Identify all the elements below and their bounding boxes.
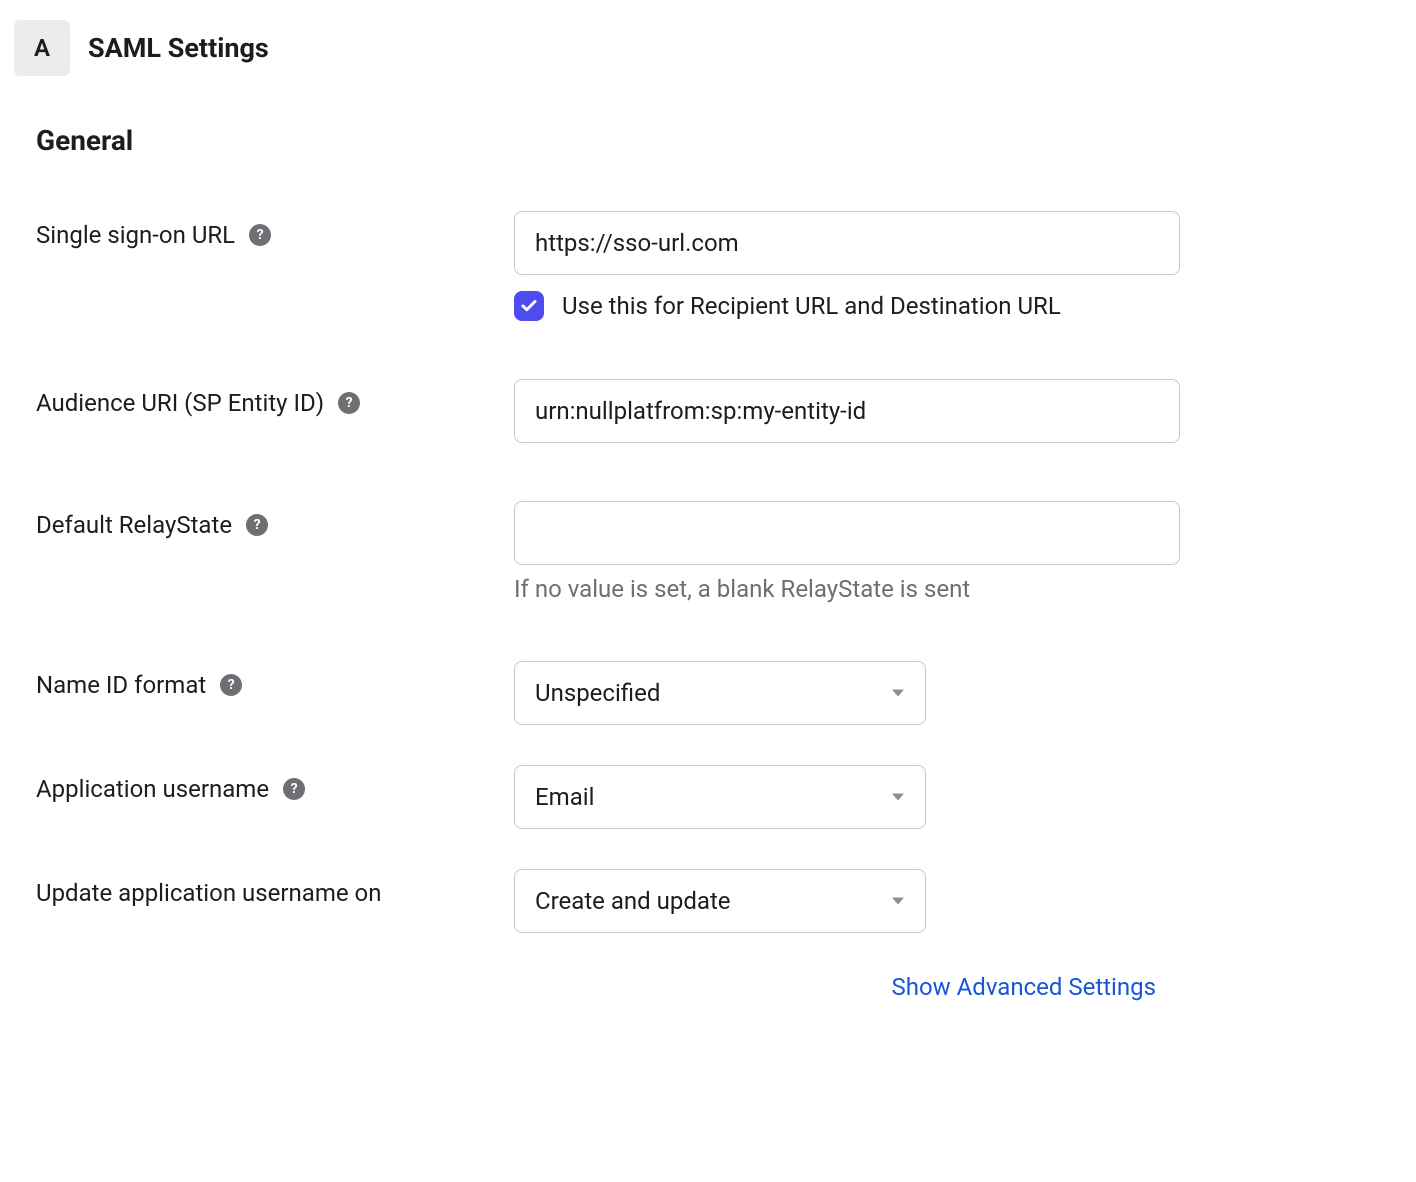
help-icon[interactable]: ? [338, 392, 360, 414]
update-username-on-select[interactable]: Create and update [514, 869, 926, 933]
use-for-recipient-checkbox[interactable] [514, 291, 544, 321]
row-app-username: Application username ? Email [14, 765, 1402, 829]
show-advanced-settings-link[interactable]: Show Advanced Settings [891, 973, 1156, 1001]
help-icon[interactable]: ? [249, 224, 271, 246]
relay-state-helper: If no value is set, a blank RelayState i… [514, 575, 1180, 603]
page-title: SAML Settings [88, 32, 269, 64]
help-icon[interactable]: ? [246, 514, 268, 536]
page-header: A SAML Settings [14, 20, 1402, 76]
row-update-username-on: Update application username on Create an… [14, 869, 1402, 933]
row-sso-url: Single sign-on URL ? Use this for Recipi… [14, 211, 1402, 321]
app-badge: A [14, 20, 70, 76]
relay-state-input[interactable] [514, 501, 1180, 565]
name-id-format-select[interactable]: Unspecified [514, 661, 926, 725]
check-icon [520, 297, 538, 315]
sso-url-input[interactable] [514, 211, 1180, 275]
label-update-username-on: Update application username on [36, 879, 382, 907]
use-for-recipient-label: Use this for Recipient URL and Destinati… [562, 292, 1061, 320]
label-name-id-format: Name ID format [36, 671, 206, 699]
row-relay-state: Default RelayState ? If no value is set,… [14, 501, 1402, 603]
label-sso-url: Single sign-on URL [36, 221, 235, 249]
help-icon[interactable]: ? [220, 674, 242, 696]
label-app-username: Application username [36, 775, 269, 803]
label-audience-uri: Audience URI (SP Entity ID) [36, 389, 324, 417]
label-relay-state: Default RelayState [36, 511, 232, 539]
app-username-select[interactable]: Email [514, 765, 926, 829]
section-title-general: General [36, 124, 1402, 157]
row-audience-uri: Audience URI (SP Entity ID) ? [14, 379, 1402, 443]
row-name-id-format: Name ID format ? Unspecified [14, 661, 1402, 725]
audience-uri-input[interactable] [514, 379, 1180, 443]
help-icon[interactable]: ? [283, 778, 305, 800]
